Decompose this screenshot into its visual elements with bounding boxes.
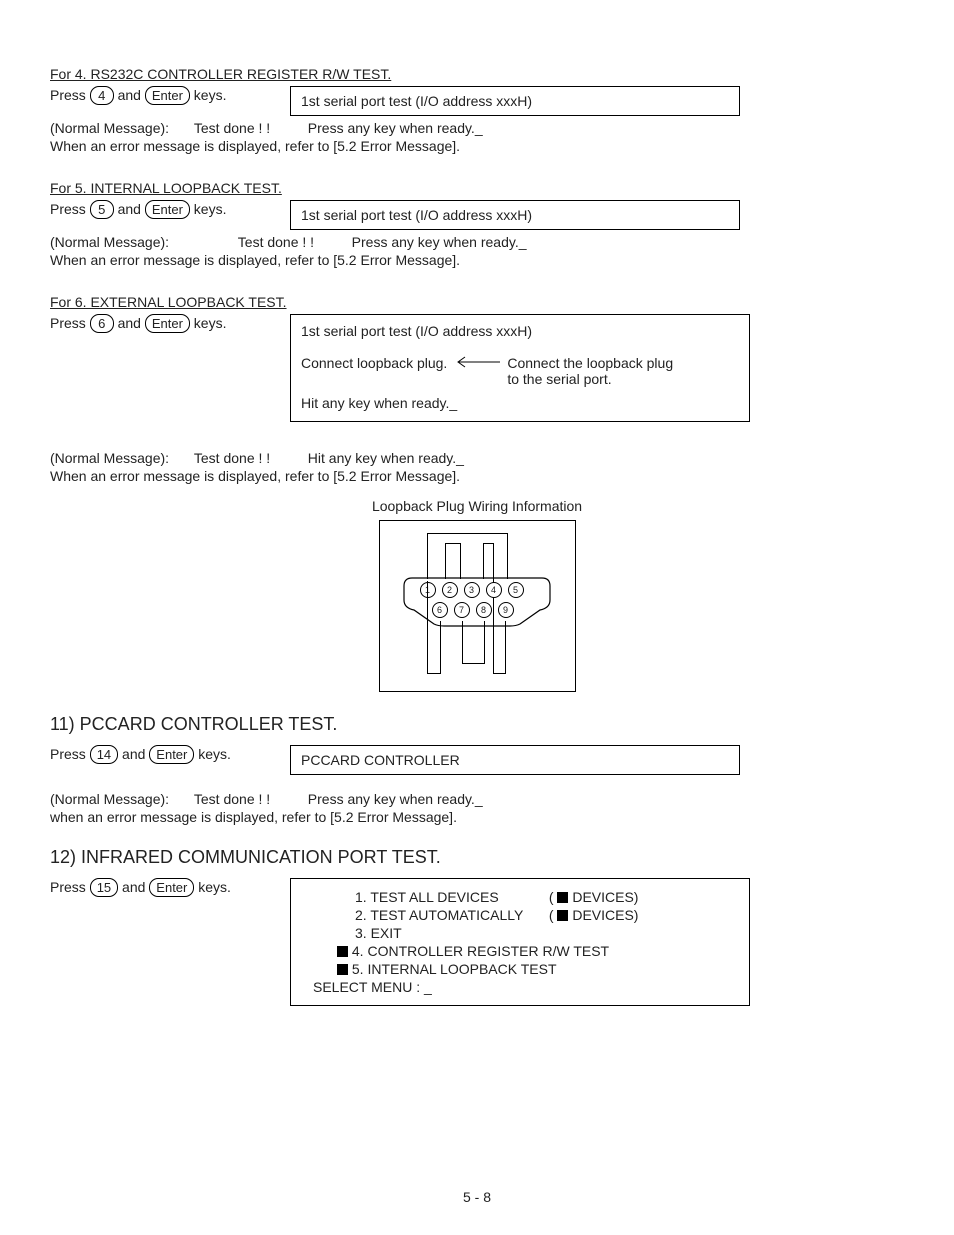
sec4-display-box: 1st serial port test (I/O address xxxH) — [290, 86, 740, 116]
press-mid: and — [118, 315, 141, 331]
block-icon — [557, 910, 568, 921]
connect-note-1: Connect the loopback plug — [507, 355, 673, 371]
normal-prompt: Press any key when ready._ — [308, 791, 483, 807]
press-prefix: Press — [50, 746, 86, 762]
pin-9: 9 — [498, 602, 514, 618]
press-suffix: keys. — [194, 315, 227, 331]
key-enter: Enter — [145, 314, 190, 333]
pin-5: 5 — [508, 582, 524, 598]
sec5-display-box: 1st serial port test (I/O address xxxH) — [290, 200, 740, 230]
block-icon — [557, 892, 568, 903]
paren-open: ( — [549, 907, 554, 923]
key-enter: Enter — [145, 86, 190, 105]
page-number: 5 - 8 — [0, 1189, 954, 1205]
normal-label: (Normal Message): — [50, 450, 190, 466]
block-icon — [337, 964, 348, 975]
press-mid: and — [122, 746, 145, 762]
press-mid: and — [118, 87, 141, 103]
normal-label: (Normal Message): — [50, 234, 190, 250]
sec12-menu-box: 1. TEST ALL DEVICES ( DEVICES) 2. TEST A… — [290, 878, 750, 1006]
pin-2: 2 — [442, 582, 458, 598]
pin-6: 6 — [432, 602, 448, 618]
key-14: 14 — [90, 745, 118, 764]
pin-8: 8 — [476, 602, 492, 618]
box-line: PCCARD CONTROLLER — [301, 752, 729, 768]
box-line: 1st serial port test (I/O address xxxH) — [301, 93, 729, 109]
normal-done: Test done ! ! — [194, 120, 304, 136]
key-5: 5 — [90, 200, 114, 219]
sec11-error-note: when an error message is displayed, refe… — [50, 809, 904, 825]
sec4-error-note: When an error message is displayed, refe… — [50, 138, 904, 154]
connect-loopback-text: Connect loopback plug. — [301, 355, 447, 371]
sec12-press: Press 15 and Enter keys. — [50, 878, 290, 897]
press-prefix: Press — [50, 87, 86, 103]
box-line: Hit any key when ready._ — [301, 395, 739, 411]
key-15: 15 — [90, 878, 118, 897]
paren-open: ( — [549, 889, 554, 905]
box-line: 1st serial port test (I/O address xxxH) — [301, 323, 739, 339]
box-line: 1st serial port test (I/O address xxxH) — [301, 207, 729, 223]
normal-label: (Normal Message): — [50, 120, 190, 136]
press-prefix: Press — [50, 879, 86, 895]
press-suffix: keys. — [194, 87, 227, 103]
press-mid: and — [118, 201, 141, 217]
normal-done: Test done ! ! — [238, 234, 348, 250]
select-menu-prompt: SELECT MENU : _ — [305, 979, 735, 995]
loopback-diagram: 1 2 3 4 5 6 7 8 9 — [379, 520, 576, 692]
menu-item-5: 5. INTERNAL LOOPBACK TEST — [352, 961, 557, 977]
sec6-title: For 6. EXTERNAL LOOPBACK TEST. — [50, 294, 904, 310]
sec6-display-box: 1st serial port test (I/O address xxxH) … — [290, 314, 750, 422]
sec11-normal-msg: (Normal Message): Test done ! ! Press an… — [50, 791, 904, 807]
menu-item-4: 4. CONTROLLER REGISTER R/W TEST — [352, 943, 609, 959]
normal-done: Test done ! ! — [194, 450, 304, 466]
sec11-press: Press 14 and Enter keys. — [50, 745, 290, 764]
normal-label: (Normal Message): — [50, 791, 190, 807]
sec12-heading: 12) INFRARED COMMUNICATION PORT TEST. — [50, 847, 904, 868]
loopback-diagram-title: Loopback Plug Wiring Information — [50, 498, 904, 514]
key-enter: Enter — [149, 878, 194, 897]
sec5-normal-msg: (Normal Message): Test done ! ! Press an… — [50, 234, 904, 250]
sec6-press: Press 6 and Enter keys. — [50, 314, 290, 333]
sec6-error-note: When an error message is displayed, refe… — [50, 468, 904, 484]
normal-prompt: Press any key when ready._ — [352, 234, 527, 250]
press-suffix: keys. — [198, 879, 231, 895]
key-enter: Enter — [149, 745, 194, 764]
pin-7: 7 — [454, 602, 470, 618]
key-enter: Enter — [145, 200, 190, 219]
block-icon — [337, 946, 348, 957]
menu-item-3: 3. EXIT — [305, 925, 735, 941]
pin-3: 3 — [464, 582, 480, 598]
menu-item-1: 1. TEST ALL DEVICES — [355, 889, 545, 905]
menu-item-2: 2. TEST AUTOMATICALLY — [355, 907, 545, 923]
key-4: 4 — [90, 86, 114, 105]
sec4-press: Press 4 and Enter keys. — [50, 86, 290, 105]
normal-done: Test done ! ! — [194, 791, 304, 807]
sec4-title: For 4. RS232C CONTROLLER REGISTER R/W TE… — [50, 66, 904, 82]
connect-note-2: to the serial port. — [507, 371, 673, 387]
devices-text: DEVICES) — [572, 889, 638, 905]
pin-1: 1 — [420, 582, 436, 598]
sec11-display-box: PCCARD CONTROLLER — [290, 745, 740, 775]
sec4-normal-msg: (Normal Message): Test done ! ! Press an… — [50, 120, 904, 136]
press-suffix: keys. — [194, 201, 227, 217]
normal-prompt: Hit any key when ready._ — [308, 450, 464, 466]
pin-4: 4 — [486, 582, 502, 598]
devices-text: DEVICES) — [572, 907, 638, 923]
sec5-error-note: When an error message is displayed, refe… — [50, 252, 904, 268]
sec11-heading: 11) PCCARD CONTROLLER TEST. — [50, 714, 904, 735]
press-prefix: Press — [50, 315, 86, 331]
press-mid: and — [122, 879, 145, 895]
key-6: 6 — [90, 314, 114, 333]
sec5-title: For 5. INTERNAL LOOPBACK TEST. — [50, 180, 904, 196]
sec6-normal-msg: (Normal Message): Test done ! ! Hit any … — [50, 450, 904, 466]
arrow-left-icon — [453, 355, 501, 371]
normal-prompt: Press any key when ready._ — [308, 120, 483, 136]
press-prefix: Press — [50, 201, 86, 217]
sec5-press: Press 5 and Enter keys. — [50, 200, 290, 219]
press-suffix: keys. — [198, 746, 231, 762]
